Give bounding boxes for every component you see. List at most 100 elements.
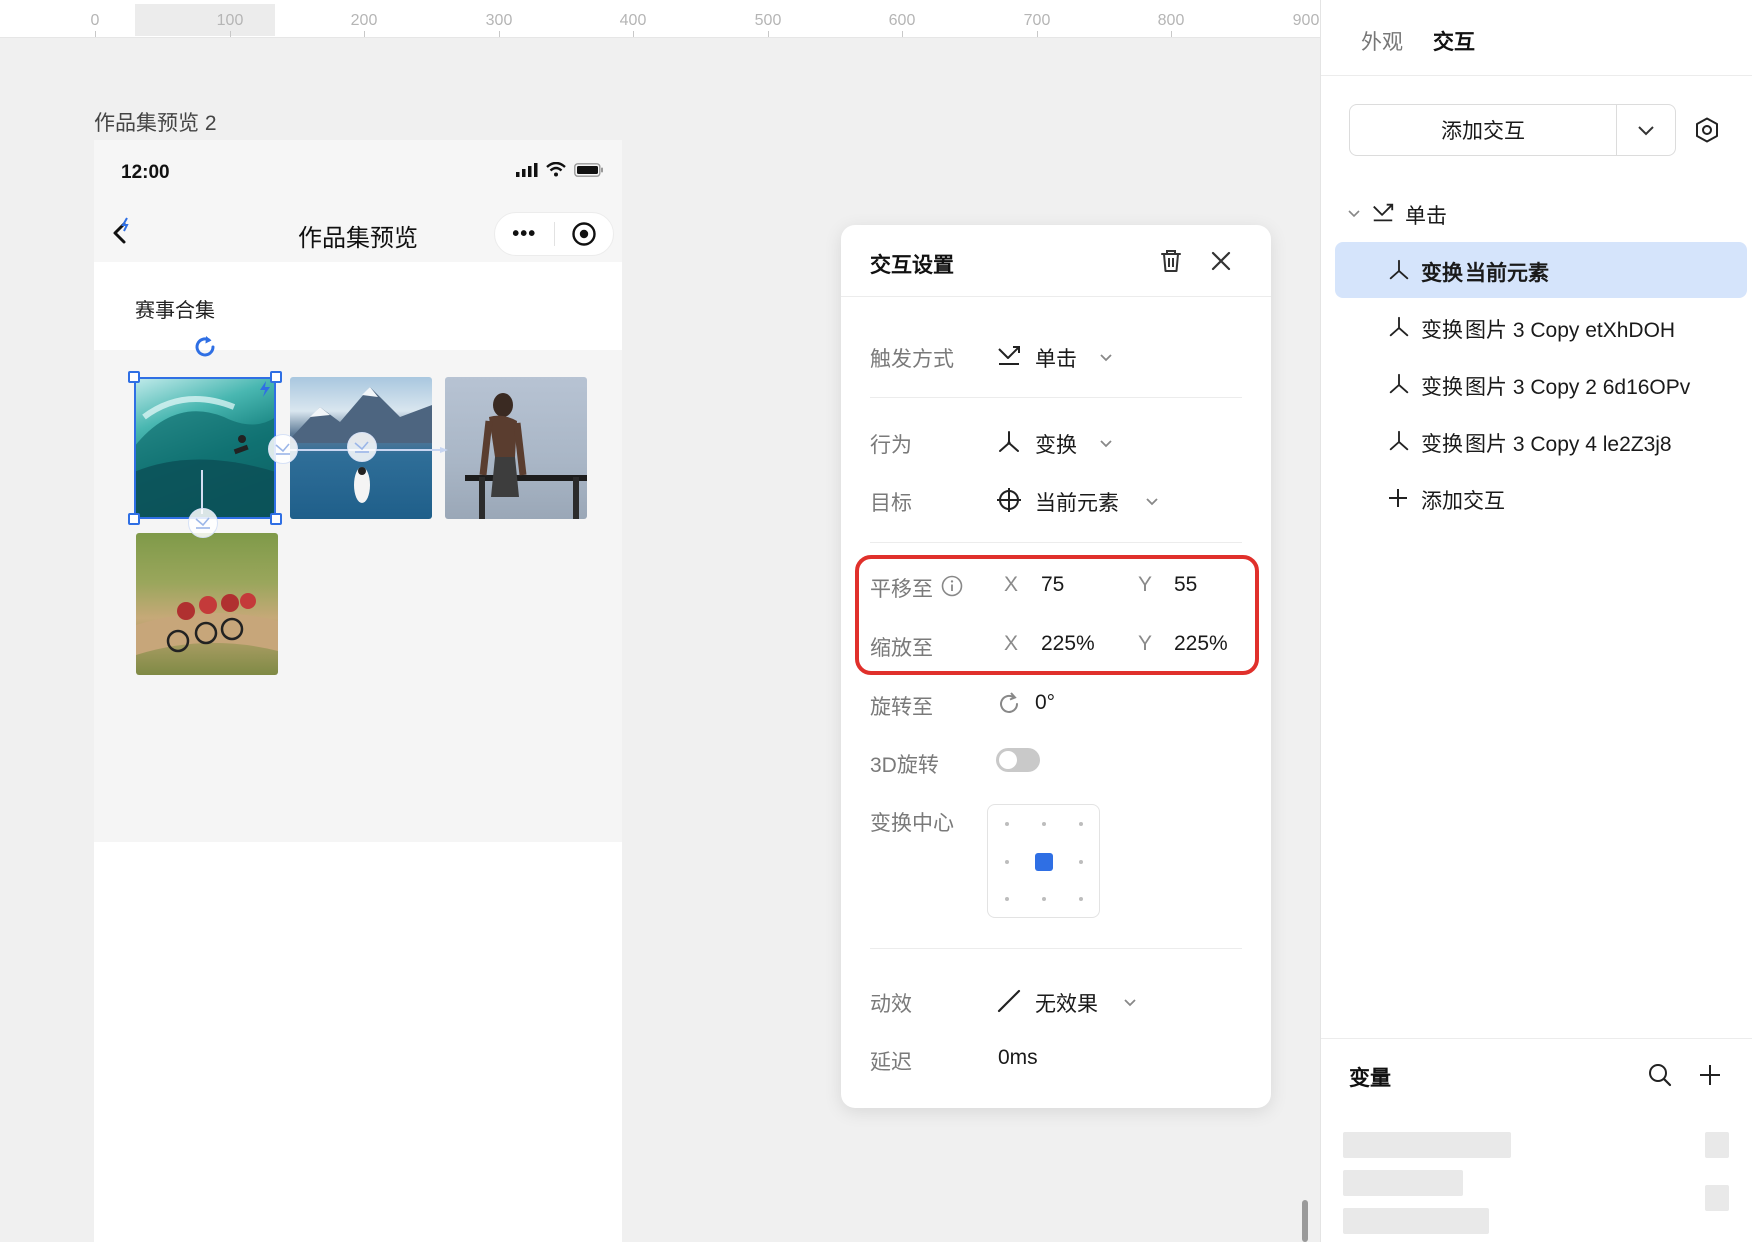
rotate-input[interactable]: 0° [1035, 691, 1055, 715]
status-icons [516, 162, 604, 177]
action-verb: 变换 [1421, 262, 1463, 285]
action-target: 图片 3 Copy 2 6d16OPv [1465, 376, 1691, 399]
action-row[interactable]: 变换 图片 3 Copy 2 6d16OPv [1335, 356, 1747, 412]
dialog-header: 交互设置 [841, 225, 1271, 297]
chevron-down-icon[interactable] [1097, 348, 1115, 366]
action-target: 当前元素 [1465, 262, 1549, 285]
status-time: 12:00 [121, 162, 170, 183]
rotate-label: 旋转至 [870, 696, 933, 719]
rotate-handle-icon[interactable] [192, 334, 218, 360]
dialog-title: 交互设置 [870, 254, 954, 277]
target-value[interactable]: 当前元素 [1035, 487, 1119, 517]
interaction-settings-icon[interactable] [1693, 116, 1721, 144]
add-interaction-button[interactable]: 添加交互 [1350, 105, 1616, 155]
canvas-scrollbar[interactable] [1302, 1200, 1308, 1242]
more-button[interactable]: ••• [495, 212, 554, 256]
status-bar: 12:00 [94, 140, 622, 206]
toggle-knob [999, 751, 1017, 769]
add-interaction-dropdown[interactable] [1617, 105, 1675, 155]
add-action-row[interactable]: 添加交互 [1335, 470, 1747, 526]
redacted-variable [1343, 1208, 1489, 1234]
search-icon[interactable] [1647, 1062, 1673, 1088]
top-ruler: 0 100 200 300 400 500 600 700 800 900 [0, 0, 1320, 38]
dialog-divider [870, 948, 1242, 949]
action-row[interactable]: 变换 图片 3 Copy 4 le2Z3j8 [1335, 413, 1747, 469]
action-row[interactable]: 变换 图片 3 Copy etXhDOH [1335, 299, 1747, 355]
chevron-down-icon[interactable] [1347, 206, 1361, 220]
resize-handle-top-left[interactable] [128, 371, 140, 383]
rotate3d-label: 3D旋转 [870, 754, 939, 777]
origin-center-selected[interactable] [1035, 853, 1053, 871]
scale-x-input[interactable]: 225% [1041, 632, 1095, 656]
target-circle-icon [572, 222, 596, 246]
plus-icon[interactable] [1697, 1062, 1723, 1088]
ruler-tick: 400 [619, 12, 647, 29]
plus-icon [1389, 489, 1407, 507]
origin-left[interactable] [1005, 860, 1009, 864]
gallery-image-3[interactable] [445, 377, 587, 519]
origin-bottom-left[interactable] [1005, 897, 1009, 901]
properties-panel: 外观 交互 添加交互 单击 变换 当前元素 变换 图片 3 Copy etXhD… [1320, 0, 1752, 1242]
interaction-link-marker[interactable] [188, 508, 218, 538]
click-event-icon [998, 346, 1020, 365]
delay-input[interactable]: 0ms [998, 1046, 1038, 1070]
action-verb: 变换 [1421, 376, 1463, 399]
gallery-image-4[interactable] [136, 533, 278, 675]
chevron-down-icon[interactable] [1121, 993, 1139, 1011]
origin-bottom-right[interactable] [1079, 897, 1083, 901]
frame-label[interactable]: 作品集预览 2 [94, 107, 217, 137]
ruler-tick: 900 [1292, 12, 1320, 29]
origin-right[interactable] [1079, 860, 1083, 864]
origin-top-right[interactable] [1079, 822, 1083, 826]
back-button[interactable] [108, 216, 138, 250]
tab-appearance[interactable]: 外观 [1361, 26, 1403, 56]
link-event-icon [195, 517, 210, 529]
origin-top-left[interactable] [1005, 822, 1009, 826]
link-event-icon [354, 441, 369, 453]
capsule-menu: ••• [494, 212, 614, 256]
scale-y-axis: Y [1138, 632, 1153, 655]
add-action-label: 添加交互 [1421, 490, 1505, 513]
cyclists-illustration [136, 593, 278, 655]
info-icon[interactable] [941, 575, 963, 597]
dialog-divider [870, 397, 1242, 398]
phone-frame[interactable]: 12:00 作品集预览 ••• 赛事合集 [94, 140, 622, 1242]
close-miniprogram-button[interactable] [554, 212, 613, 256]
trash-icon[interactable] [1157, 247, 1185, 275]
ruler-mark [1037, 31, 1038, 37]
action-row[interactable]: 变换 当前元素 [1335, 242, 1747, 298]
interaction-link-marker[interactable] [268, 434, 298, 464]
rotate-icon [1000, 692, 1018, 713]
rotate3d-toggle[interactable] [996, 748, 1040, 772]
translate-y-input[interactable]: 55 [1174, 573, 1197, 597]
origin-bottom[interactable] [1042, 897, 1046, 901]
delay-label: 延迟 [870, 1051, 912, 1074]
section-title: 赛事合集 [135, 300, 215, 322]
chevron-down-icon[interactable] [1143, 492, 1161, 510]
trigger-value[interactable]: 单击 [1035, 343, 1077, 373]
translate-y-axis: Y [1138, 573, 1153, 596]
chevron-down-icon[interactable] [1097, 434, 1115, 452]
close-icon[interactable] [1207, 247, 1235, 275]
resize-handle-bottom-left[interactable] [128, 513, 140, 525]
origin-top[interactable] [1042, 822, 1046, 826]
event-row-click[interactable]: 单击 [1335, 185, 1747, 241]
tab-interaction[interactable]: 交互 [1433, 26, 1475, 56]
translate-x-input[interactable]: 75 [1041, 573, 1064, 597]
effect-value[interactable]: 无效果 [1035, 988, 1098, 1018]
transform-axis-icon [1389, 316, 1409, 337]
selection-box[interactable] [134, 377, 276, 519]
scale-y-input[interactable]: 225% [1174, 632, 1228, 656]
interaction-link-marker[interactable] [347, 432, 377, 462]
redacted-variable [1343, 1170, 1463, 1196]
transform-origin-picker[interactable] [987, 804, 1100, 918]
ruler-tick: 300 [485, 12, 513, 29]
resize-handle-bottom-right[interactable] [270, 513, 282, 525]
action-target: 图片 3 Copy 4 le2Z3j8 [1465, 433, 1672, 456]
more-dots-icon: ••• [512, 222, 537, 245]
redacted-variable [1705, 1185, 1729, 1211]
ruler-mark [768, 31, 769, 37]
ruler-tick: 800 [1157, 12, 1185, 29]
behavior-label: 行为 [870, 434, 912, 457]
behavior-value[interactable]: 变换 [1035, 429, 1077, 459]
